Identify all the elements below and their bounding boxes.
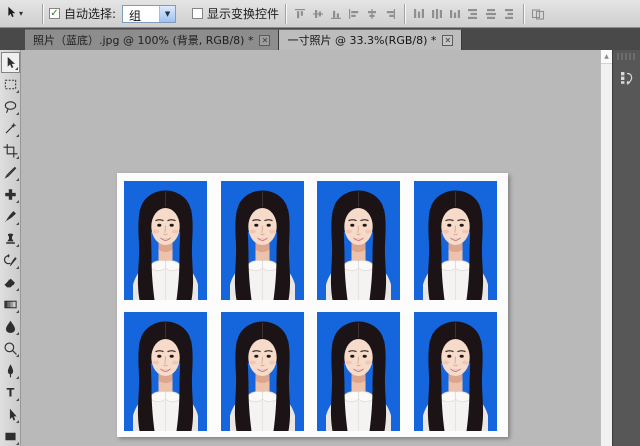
separator: [285, 4, 286, 24]
tool-dodge-icon[interactable]: [1, 338, 20, 359]
vertical-scrollbar[interactable]: ▲: [600, 50, 612, 446]
main-area: T: [0, 50, 640, 446]
options-bar: ▾ ✓ 自动选择: 组 ▼ 显示变换控件: [0, 0, 640, 28]
canvas-area[interactable]: [21, 50, 600, 446]
id-photo: [317, 312, 400, 431]
distribute-left-edges-icon[interactable]: [465, 6, 481, 22]
photo-sheet-document[interactable]: [117, 173, 508, 437]
svg-text:T: T: [6, 386, 14, 399]
toolbox: T: [0, 50, 21, 446]
photoshop-window: ▾ ✓ 自动选择: 组 ▼ 显示变换控件 照片（蓝底）.jpg @ 100% (…: [0, 0, 640, 446]
move-tool-icon: [4, 4, 18, 23]
align-bottom-edges-icon[interactable]: [328, 6, 344, 22]
show-transform-label: 显示变换控件: [207, 5, 279, 22]
tool-lasso-icon[interactable]: [1, 96, 20, 117]
distribute-right-edges-icon[interactable]: [501, 6, 517, 22]
id-photo: [221, 312, 304, 431]
history-panel-icon[interactable]: [618, 69, 636, 87]
tool-gradient-icon[interactable]: [1, 294, 20, 315]
tool-pen-icon[interactable]: [1, 360, 20, 381]
auto-select-label: 自动选择:: [64, 5, 116, 22]
scrollbar-track[interactable]: [601, 64, 612, 446]
close-icon[interactable]: ✕: [259, 35, 270, 46]
distribute-bottom-edges-icon[interactable]: [447, 6, 463, 22]
separator: [523, 4, 524, 24]
right-panel-dock: [612, 50, 640, 446]
tool-eyedropper-icon[interactable]: [1, 162, 20, 183]
tool-preset-picker[interactable]: ▾: [4, 4, 36, 23]
tool-path-selection-icon[interactable]: [1, 404, 20, 425]
id-photo: [124, 181, 207, 300]
tool-rectangle-shape-icon[interactable]: [1, 426, 20, 446]
tool-rectangular-marquee-icon[interactable]: [1, 74, 20, 95]
auto-select-mode-dropdown[interactable]: 组 ▼: [122, 5, 176, 23]
document-tab-bar: 照片（蓝底）.jpg @ 100% (背景, RGB/8) *✕一寸照片 @ 3…: [0, 28, 640, 50]
chevron-down-icon: ▼: [159, 6, 175, 22]
tool-move-icon[interactable]: [1, 52, 20, 73]
distribute-vertical-centers-icon[interactable]: [429, 6, 445, 22]
tab-title: 照片（蓝底）.jpg @ 100% (背景, RGB/8) *: [33, 32, 253, 48]
tool-clone-stamp-icon[interactable]: [1, 228, 20, 249]
close-icon[interactable]: ✕: [442, 35, 453, 46]
distribute-top-edges-icon[interactable]: [411, 6, 427, 22]
id-photo: [317, 181, 400, 300]
document-tab[interactable]: 一寸照片 @ 33.3%(RGB/8) * ✕: [279, 29, 462, 50]
tool-magic-wand-icon[interactable]: [1, 118, 20, 139]
tool-eraser-icon[interactable]: [1, 272, 20, 293]
align-vertical-centers-icon[interactable]: [310, 6, 326, 22]
scroll-up-icon[interactable]: ▲: [601, 50, 612, 64]
show-transform-checkbox[interactable]: [192, 8, 203, 19]
separator: [42, 4, 43, 24]
align-right-edges-icon[interactable]: [382, 6, 398, 22]
tool-spot-healing-brush-icon[interactable]: [1, 184, 20, 205]
id-photo: [221, 181, 304, 300]
id-photo: [414, 181, 497, 300]
separator: [404, 4, 405, 24]
tool-crop-icon[interactable]: [1, 140, 20, 161]
align-distribute-buttons: [292, 4, 546, 24]
document-tab[interactable]: 照片（蓝底）.jpg @ 100% (背景, RGB/8) * ✕: [25, 29, 279, 50]
tool-type-icon[interactable]: T: [1, 382, 20, 403]
align-left-edges-icon[interactable]: [346, 6, 362, 22]
align-top-edges-icon[interactable]: [292, 6, 308, 22]
distribute-horizontal-centers-icon[interactable]: [483, 6, 499, 22]
auto-select-checkbox[interactable]: ✓: [49, 8, 60, 19]
tab-title: 一寸照片 @ 33.3%(RGB/8) *: [287, 32, 436, 48]
align-horizontal-centers-icon[interactable]: [364, 6, 380, 22]
tool-blur-icon[interactable]: [1, 316, 20, 337]
id-photo: [124, 312, 207, 431]
tool-brush-icon[interactable]: [1, 206, 20, 227]
dock-grip: [617, 53, 636, 60]
chevron-down-icon: ▾: [19, 9, 23, 18]
tool-history-brush-icon[interactable]: [1, 250, 20, 271]
id-photo: [414, 312, 497, 431]
auto-select-mode-value: 组: [123, 6, 159, 22]
auto-align-layers-icon[interactable]: [530, 6, 546, 22]
